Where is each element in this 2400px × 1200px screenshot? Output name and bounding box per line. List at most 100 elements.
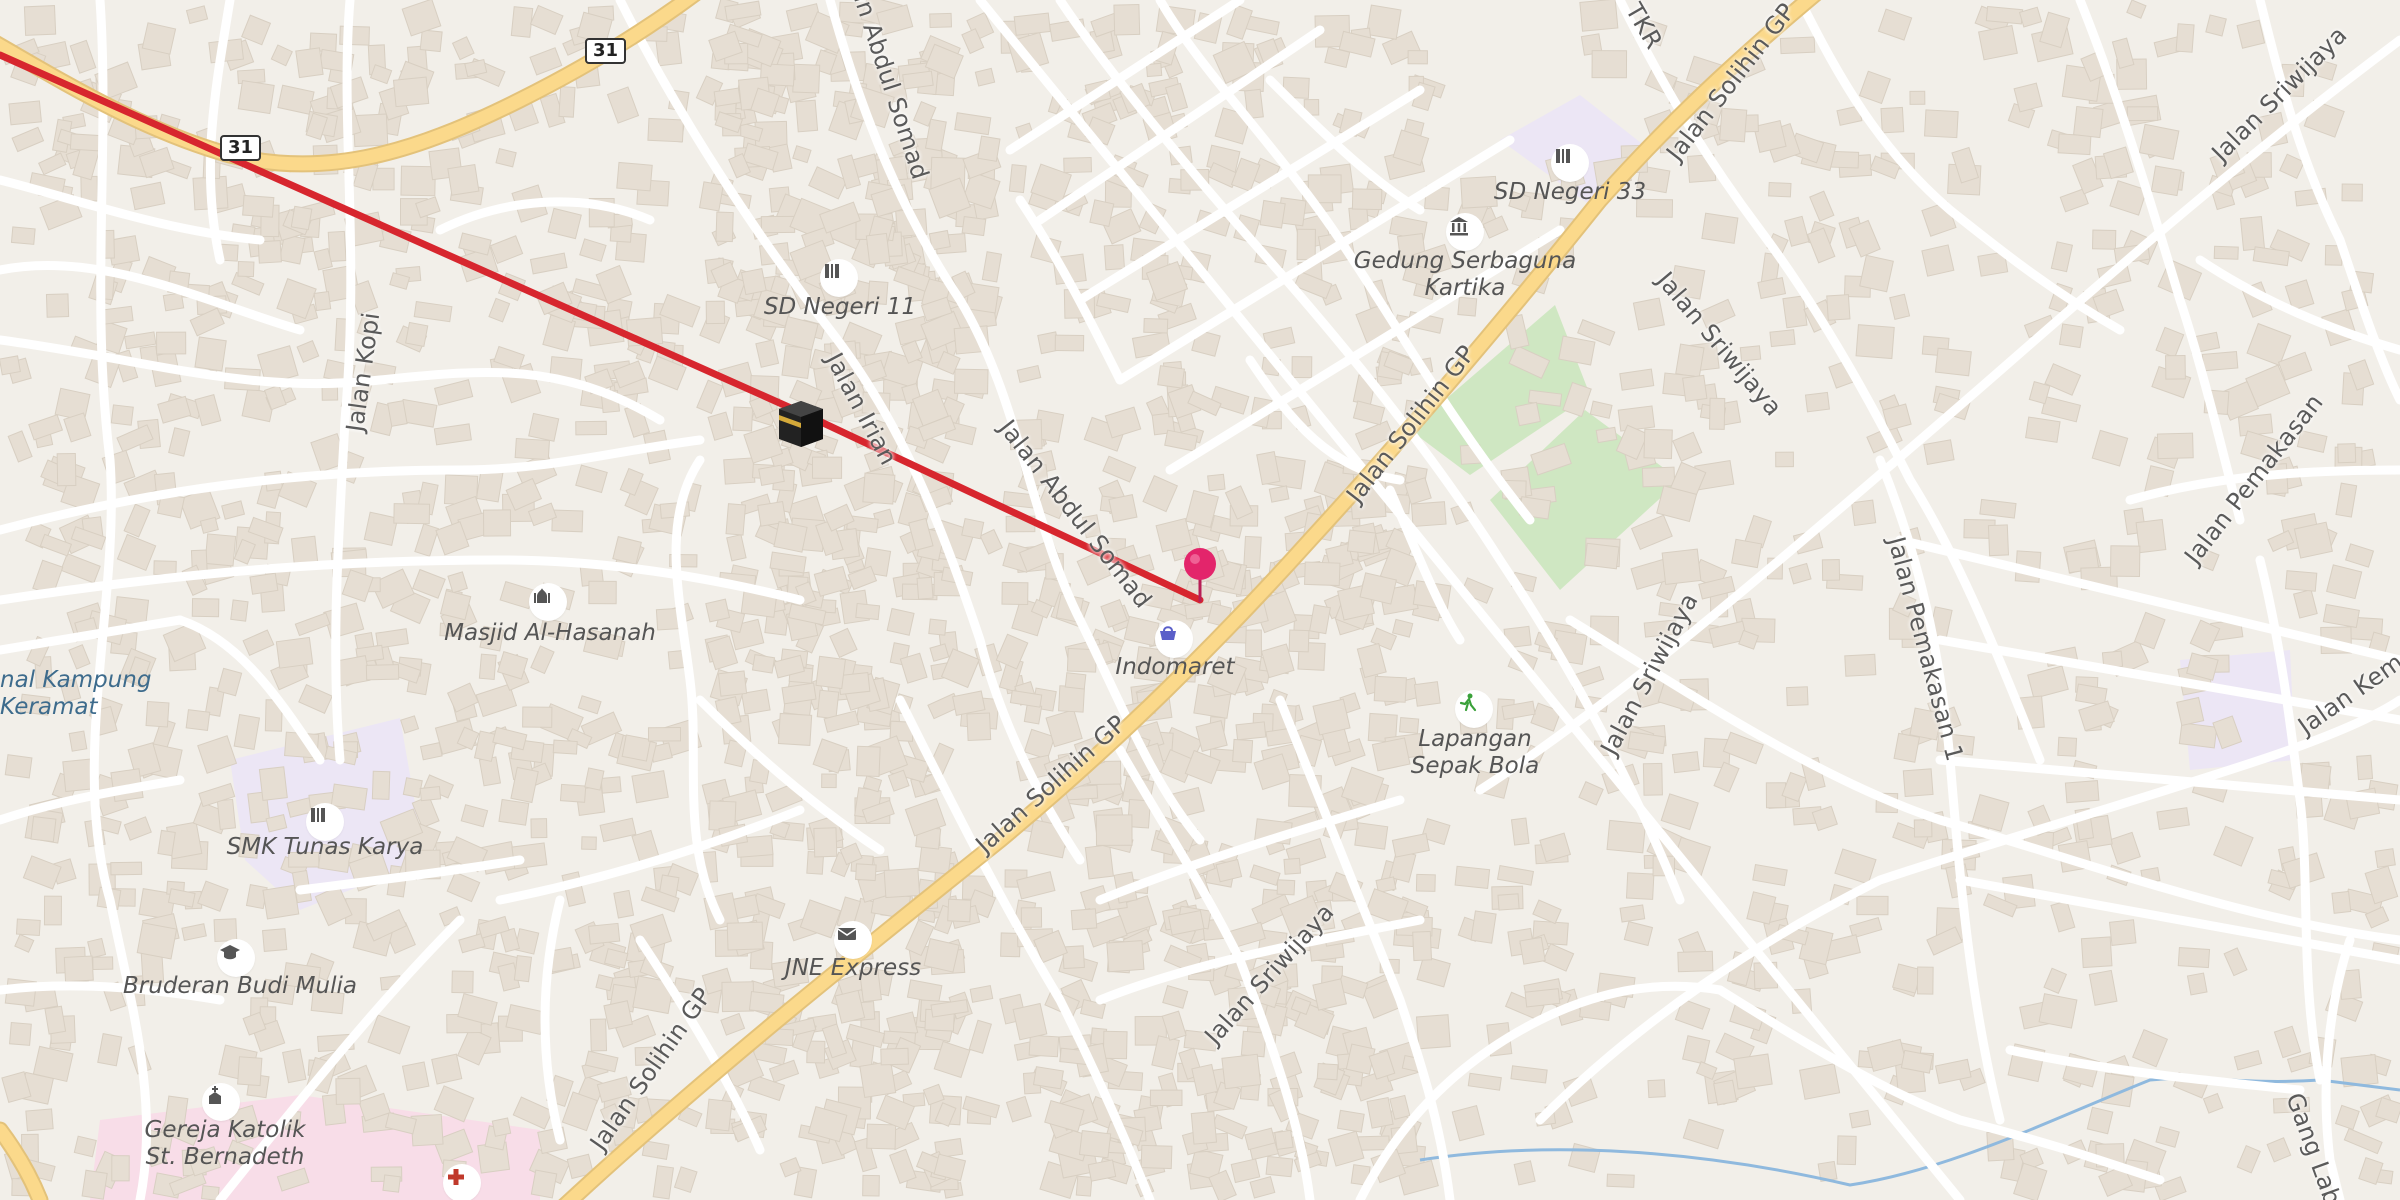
- building-footprint: [1923, 439, 1955, 466]
- building-footprint: [815, 655, 846, 690]
- kaaba-icon[interactable]: [775, 395, 827, 449]
- school-icon[interactable]: [822, 261, 856, 295]
- building-footprint: [1207, 473, 1226, 492]
- building-footprint: [705, 1098, 733, 1132]
- building-footprint: [1675, 343, 1705, 379]
- route-shield: 31: [585, 38, 627, 64]
- building-footprint: [1661, 548, 1702, 585]
- building-footprint: [862, 1174, 880, 1197]
- building-footprint: [1836, 1135, 1857, 1166]
- building-footprint: [929, 12, 953, 29]
- building-footprint: [1113, 3, 1141, 36]
- building-footprint: [313, 290, 332, 312]
- graduation-cap-icon[interactable]: [219, 941, 253, 975]
- building-footprint: [1351, 188, 1383, 211]
- building-footprint: [141, 22, 177, 55]
- building-footprint: [647, 117, 685, 143]
- building-footprint: [961, 517, 985, 540]
- building-footprint: [1844, 653, 1877, 677]
- mosque-icon[interactable]: [531, 585, 565, 619]
- building-footprint: [2126, 106, 2159, 122]
- building-footprint: [559, 783, 587, 803]
- building-footprint: [2109, 545, 2141, 578]
- building-footprint: [2058, 323, 2084, 349]
- building-footprint: [1821, 559, 1841, 581]
- building-footprint: [80, 175, 99, 202]
- map-canvas[interactable]: 31 31 Jalan Abdul Somad Jalan Abdul Soma…: [0, 0, 2400, 1200]
- building-footprint: [1848, 1109, 1872, 1129]
- building-footprint: [966, 712, 992, 742]
- building-footprint: [1412, 930, 1433, 962]
- building-footprint: [1291, 356, 1313, 379]
- building-footprint: [1316, 1062, 1339, 1081]
- building-footprint: [2178, 722, 2218, 749]
- route-shield: 31: [220, 135, 262, 161]
- building-footprint: [1709, 397, 1726, 430]
- building-footprint: [581, 836, 597, 850]
- building-footprint: [2080, 936, 2113, 969]
- poi-label-jne-express: JNE Express: [784, 955, 922, 981]
- building-footprint: [621, 734, 652, 762]
- soccer-player-icon[interactable]: [1457, 692, 1491, 726]
- building-footprint: [723, 457, 756, 485]
- shopping-basket-icon[interactable]: [1157, 622, 1191, 656]
- building-footprint: [866, 1123, 897, 1150]
- building-footprint: [2175, 23, 2195, 53]
- building-footprint: [862, 472, 896, 505]
- building-footprint: [1769, 329, 1796, 348]
- church-icon[interactable]: [204, 1085, 238, 1119]
- poi-label-bruderan: Bruderan Budi Mulia: [123, 973, 357, 999]
- building-footprint: [393, 503, 431, 525]
- building-footprint: [1454, 865, 1491, 890]
- building-footprint: [9, 1021, 32, 1046]
- building-footprint: [1143, 317, 1169, 334]
- poi-label-sd-negeri-33: SD Negeri 33: [1493, 179, 1647, 205]
- building-footprint: [2156, 807, 2190, 830]
- location-pin-icon[interactable]: [1181, 546, 1219, 604]
- building-footprint: [1268, 485, 1290, 503]
- building-footprint: [2073, 105, 2104, 139]
- building-footprint: [1245, 629, 1262, 658]
- school-icon[interactable]: [1553, 146, 1587, 180]
- building-footprint: [600, 776, 622, 794]
- building-footprint: [1470, 910, 1497, 944]
- building-footprint: [595, 974, 614, 992]
- building-footprint: [136, 922, 178, 960]
- museum-icon[interactable]: [1448, 215, 1482, 249]
- building-footprint: [1768, 181, 1792, 198]
- building-footprint: [647, 726, 682, 742]
- building-footprint: [45, 293, 70, 318]
- building-footprint: [491, 1117, 512, 1137]
- building-footprint: [2177, 947, 2211, 969]
- building-footprint: [1195, 720, 1228, 752]
- building-footprint: [918, 844, 953, 875]
- building-footprint: [400, 165, 436, 197]
- building-footprint: [1089, 199, 1115, 228]
- building-footprint: [961, 215, 987, 237]
- building-footprint: [1902, 768, 1934, 798]
- building-footprint: [290, 205, 313, 231]
- building-footprint: [1095, 814, 1133, 846]
- building-footprint: [62, 758, 94, 793]
- building-footprint: [588, 580, 617, 605]
- building-footprint: [715, 211, 734, 243]
- building-footprint: [365, 664, 400, 681]
- poi-label-smk-tunas-karya: SMK Tunas Karya: [226, 834, 424, 860]
- building-footprint: [1108, 494, 1138, 523]
- building-footprint: [1641, 466, 1676, 488]
- hospital-cross-icon[interactable]: [445, 1166, 479, 1200]
- building-footprint: [1642, 762, 1663, 796]
- poi-label-lapangan: Lapangan Sepak Bola: [1410, 726, 1540, 779]
- building-footprint: [1296, 228, 1316, 261]
- building-footprint: [1232, 738, 1254, 764]
- building-footprint: [1020, 907, 1043, 928]
- building-footprint: [530, 818, 548, 839]
- building-footprint: [584, 767, 605, 791]
- mail-icon[interactable]: [836, 923, 870, 957]
- building-footprint: [483, 509, 512, 537]
- building-footprint: [363, 511, 399, 546]
- building-footprint: [1682, 1035, 1711, 1065]
- building-footprint: [1288, 629, 1310, 653]
- building-footprint: [816, 689, 840, 720]
- building-footprint: [522, 706, 553, 728]
